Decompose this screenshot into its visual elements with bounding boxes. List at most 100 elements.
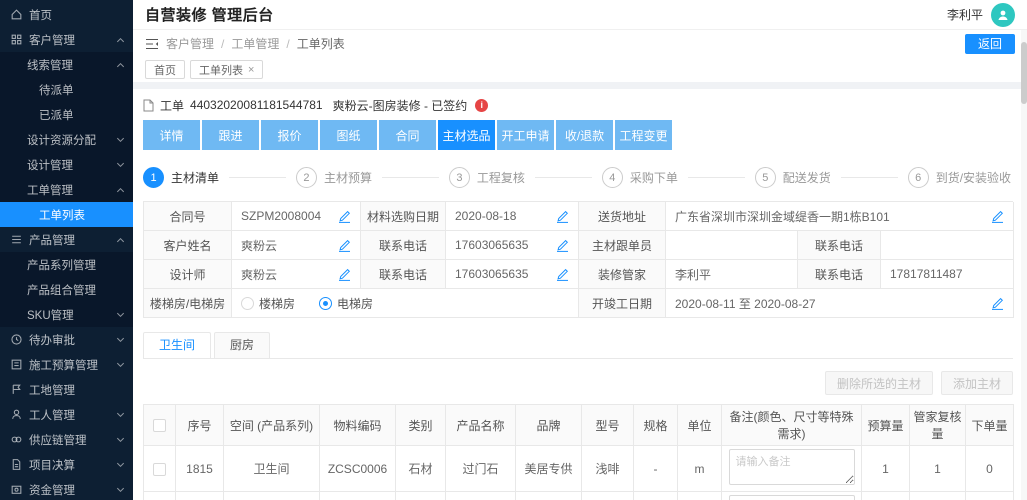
tab-workorder-list[interactable]: 工单列表 × [190,60,264,79]
sidebar-item-workorder-mgmt[interactable]: 工单管理 [0,177,133,202]
close-icon[interactable]: × [248,64,254,76]
workorder-actions: 详情 跟进 报价 图纸 合同 主材选品 开工申请 收/退款 工程变更 [143,120,1013,150]
sidebar-item-pending-approval[interactable]: 待办审批 [0,327,133,352]
sidebar-item-construction-budget[interactable]: 施工预算管理 [0,352,133,377]
radio-elevator-house[interactable]: 电梯房 [319,295,373,312]
table-actions: 删除所选的主材 添加主材 [143,371,1013,395]
delete-selected-materials-button[interactable]: 删除所选的主材 [824,371,933,395]
avatar[interactable] [991,2,1015,27]
radio-icon [241,296,254,310]
phone1-value: 17603065635 [455,238,529,252]
workorder-label: 工单 [160,98,185,113]
select-all-checkbox[interactable] [153,419,166,433]
sidebar-item-home[interactable]: 首页 [0,2,133,27]
sidebar-item-customer-mgmt[interactable]: 客户管理 [0,27,133,52]
sidebar-item-sku-mgmt[interactable]: SKU管理 [0,302,133,327]
edit-icon[interactable] [338,210,351,223]
edit-icon[interactable] [556,210,569,223]
material-date-label: 材料选购日期 [366,209,439,224]
edit-icon[interactable] [338,268,351,281]
sidebar-item-product-series[interactable]: 产品系列管理 [0,252,133,277]
divider [133,82,1027,89]
chevron-up-icon [116,187,125,195]
tab-bathroom[interactable]: 卫生间 [143,332,212,358]
clock-icon [10,333,23,346]
document-icon [10,458,23,471]
scrollbar-thumb[interactable] [1021,42,1027,104]
address-value: 广东省深圳市深圳金域缇香一期1栋B101 [675,209,890,224]
note-input[interactable] [728,495,855,500]
row-checkbox[interactable] [153,462,166,476]
payment-refund-button[interactable]: 收/退款 [556,120,613,150]
main-area: 自营装修 管理后台 李利平 客户管理 / 工单管理 / 工单列表 返回 首页 工… [133,0,1027,500]
contract-button[interactable]: 合同 [379,120,436,150]
material-date-value: 2020-08-18 [455,209,517,223]
workorder-title: 爽粉云-图房装修 - 已签约 [332,98,468,113]
home-icon [10,8,23,21]
breadcrumb-item-current: 工单列表 [296,37,345,51]
page-title: 自营装修 管理后台 [145,7,274,24]
project-change-button[interactable]: 工程变更 [615,120,672,150]
detail-button[interactable]: 详情 [143,120,200,150]
edit-icon[interactable] [338,239,351,252]
step-6: 6 到货/安装验收 [907,167,1011,188]
house-type-label: 楼梯房/电梯房 [149,296,226,311]
customer-value: 爽粉云 [241,238,278,253]
collapse-sidebar-icon[interactable] [145,38,159,50]
edit-icon[interactable] [556,268,569,281]
sidebar-item-lead-mgmt[interactable]: 线索管理 [0,52,133,77]
sidebar-item-design-resource[interactable]: 设计资源分配 [0,127,133,152]
phone-label: 联系电话 [378,267,427,282]
material-selection-button[interactable]: 主材选品 [438,120,495,150]
breadcrumb-item[interactable]: 工单管理 [231,35,279,52]
phone3-value: 17603065635 [455,267,529,281]
note-input[interactable] [728,449,855,485]
content: 工单 44032020081181544781 爽粉云-图房装修 - 已签约 i… [133,89,1027,500]
breadcrumb-separator: / [221,36,225,51]
sidebar-item-project-settlement[interactable]: 项目决算 [0,452,133,477]
info-badge-icon[interactable]: i [475,98,489,112]
quote-button[interactable]: 报价 [261,120,318,150]
chain-icon [10,433,23,446]
tab-kitchen[interactable]: 厨房 [214,332,271,358]
follower-label: 主材跟单员 [591,238,652,253]
sidebar-item-pending-dispatch[interactable]: 待派单 [0,77,133,102]
sidebar-item-product-mgmt[interactable]: 产品管理 [0,227,133,252]
chevron-down-icon [116,359,125,368]
contract-label: 合同号 [169,209,206,224]
tab-home[interactable]: 首页 [145,60,185,79]
add-material-button[interactable]: 添加主材 [940,371,1013,395]
site-icon [10,383,23,396]
sidebar-item-worker-mgmt[interactable]: 工人管理 [0,402,133,427]
radio-stair-house[interactable]: 楼梯房 [241,295,295,312]
user-icon [998,10,1008,20]
sidebar-item-fund-mgmt[interactable]: 资金管理 [0,477,133,500]
followup-button[interactable]: 跟进 [202,120,259,150]
top-header: 自营装修 管理后台 李利平 [133,0,1027,30]
chevron-down-icon [116,334,125,343]
sidebar-item-design-mgmt[interactable]: 设计管理 [0,152,133,177]
room-tabs: 卫生间 厨房 [143,332,1013,359]
page-tabs: 首页 工单列表 × [133,57,1027,82]
table-header-row: 序号 空间 (产品系列) 物料编码 类别 产品名称 品牌 型号 规格 单位 备注… [143,404,1014,446]
edit-icon[interactable] [556,239,569,252]
chevron-down-icon [116,484,125,493]
sidebar-item-supply-chain[interactable]: 供应链管理 [0,427,133,452]
breadcrumb-separator: / [286,36,290,51]
edit-icon[interactable] [991,297,1004,310]
breadcrumb-item[interactable]: 客户管理 [166,35,214,52]
butler-label: 装修管家 [597,267,646,282]
phone-label: 联系电话 [814,238,863,253]
start-apply-button[interactable]: 开工申请 [497,120,554,150]
sidebar-item-product-combo[interactable]: 产品组合管理 [0,277,133,302]
sidebar-item-dispatched[interactable]: 已派单 [0,102,133,127]
sidebar-item-site-mgmt[interactable]: 工地管理 [0,377,133,402]
budget-icon [10,358,23,371]
back-button[interactable]: 返回 [964,33,1015,54]
app-window: 首页 客户管理 线索管理 待派单 已派单 设计资源分配 设计管理 工单管理 工单… [0,0,1027,500]
sidebar-item-workorder-list[interactable]: 工单列表 [0,202,133,227]
chevron-down-icon [116,159,125,168]
drawing-button[interactable]: 图纸 [320,120,377,150]
edit-icon[interactable] [991,210,1004,223]
chevron-down-icon [116,309,125,318]
